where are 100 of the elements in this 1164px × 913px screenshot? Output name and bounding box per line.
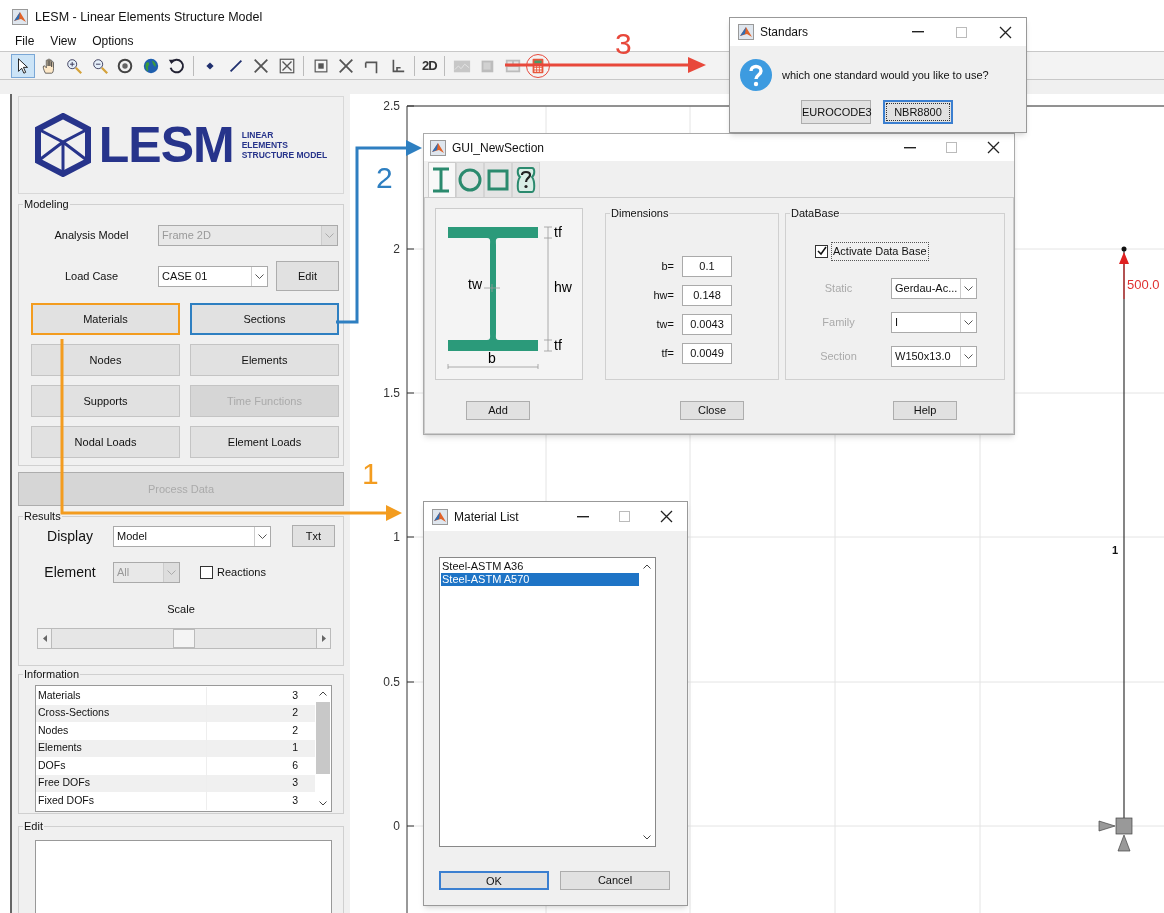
- dialog-button[interactable]: Close: [680, 401, 744, 420]
- field-label: b=: [660, 258, 675, 274]
- load-case-select[interactable]: CASE 01: [158, 265, 268, 287]
- minimize-icon[interactable]: [904, 146, 916, 149]
- list-item[interactable]: Steel-ASTM A36: [441, 560, 639, 573]
- scrollbar-thumb[interactable]: [316, 702, 330, 774]
- scroll-right-icon[interactable]: [321, 634, 326, 642]
- modeling-button[interactable]: Element Loads: [190, 426, 339, 458]
- group-title: Results: [23, 509, 62, 523]
- callout-number: 3: [615, 28, 632, 60]
- material-list[interactable]: Steel-ASTM A36 Steel-ASTM A570: [439, 557, 656, 847]
- activate-checkbox[interactable]: [815, 244, 828, 258]
- table-cell: 6: [206, 757, 315, 775]
- callout-number: 1: [362, 458, 379, 490]
- table-cell-text: Elements: [37, 740, 83, 756]
- field-label: tf=: [660, 345, 675, 361]
- load-arrow: [1119, 252, 1129, 300]
- close-icon[interactable]: [999, 25, 1012, 39]
- minimize-icon[interactable]: [577, 515, 589, 518]
- table-cell: 2: [206, 722, 315, 740]
- dialog-button[interactable]: Add: [466, 401, 530, 420]
- dialog-button[interactable]: EUROCODE3: [801, 100, 871, 124]
- field-label: tw=: [655, 316, 675, 332]
- dialog-button[interactable]: NBR8800: [883, 100, 953, 124]
- app-icon: [738, 24, 754, 40]
- menu-item[interactable]: View: [49, 31, 78, 50]
- 2d-view-button[interactable]: 2D: [419, 54, 440, 77]
- i-beam-icon[interactable]: [428, 162, 456, 197]
- scroll-down-icon[interactable]: [319, 801, 327, 806]
- checkbox-label: Reactions: [217, 564, 266, 580]
- modeling-button[interactable]: Nodal Loads: [31, 426, 180, 458]
- axis-tick-label: 2.5: [383, 99, 400, 113]
- field-label: Display: [46, 526, 94, 546]
- database-select[interactable]: Gerdau-Ac...: [891, 277, 977, 299]
- input-field[interactable]: 0.0043: [682, 313, 732, 335]
- dialog-button[interactable]: OK: [439, 871, 549, 890]
- modeling-button[interactable]: Sections: [190, 303, 339, 335]
- modeling-button[interactable]: Elements: [190, 344, 339, 376]
- dimension-label: hw: [554, 279, 572, 295]
- table-cell-text: Fixed DOFs: [37, 792, 95, 808]
- callout-number: 2: [376, 162, 393, 194]
- slider-thumb[interactable]: [173, 628, 195, 648]
- axis-tick-label: 0.5: [383, 675, 400, 689]
- display-select[interactable]: Model: [113, 525, 271, 547]
- element-label: 1: [1112, 544, 1119, 556]
- reactions-checkbox[interactable]: [200, 565, 213, 579]
- field-label: Section: [819, 348, 858, 364]
- cube-logo-icon: [34, 113, 91, 177]
- group-title: Dimensions: [610, 206, 670, 220]
- support-icon: [1098, 817, 1133, 852]
- edit-button[interactable]: Edit: [276, 261, 339, 291]
- minimize-icon[interactable]: [912, 31, 924, 33]
- menu-item[interactable]: Options: [91, 31, 135, 50]
- pointer-icon[interactable]: [11, 53, 35, 78]
- dialog-title: Material List: [454, 508, 520, 526]
- table-cell: 3: [206, 774, 315, 792]
- window-title: LESM - Linear Elements Structure Model: [35, 8, 263, 26]
- help-icon[interactable]: [512, 162, 540, 197]
- field-label: Analysis Model: [53, 228, 130, 244]
- field-label: Static: [823, 280, 854, 296]
- dialog-button[interactable]: Help: [893, 401, 957, 420]
- txt-button[interactable]: Txt: [292, 525, 335, 547]
- database-select[interactable]: W150x13.0: [891, 345, 977, 367]
- input-field[interactable]: 0.0049: [682, 342, 732, 364]
- menu-item[interactable]: File: [14, 31, 36, 50]
- dimension-label: tf: [554, 224, 562, 240]
- logo-wordmark: LESM: [98, 120, 234, 170]
- list-item[interactable]: Steel-ASTM A570: [441, 573, 639, 586]
- input-field[interactable]: 0.148: [682, 284, 732, 306]
- table-cell: 1: [206, 739, 315, 757]
- table-cell: 2: [206, 704, 315, 722]
- scroll-down-icon[interactable]: [643, 835, 651, 840]
- group-title: Information: [23, 667, 81, 681]
- app-icon: [12, 9, 28, 25]
- checkbox-label: Activate Data Base: [831, 242, 929, 261]
- axis-tick-label: 0: [393, 819, 400, 833]
- database-select[interactable]: I: [891, 311, 977, 333]
- field-label: Family: [821, 314, 856, 330]
- dialog-title: GUI_NewSection: [452, 139, 546, 157]
- scroll-up-icon[interactable]: [643, 564, 651, 569]
- close-icon[interactable]: [660, 510, 673, 523]
- scroll-up-icon[interactable]: [319, 691, 327, 696]
- table-cell-text: Nodes: [37, 722, 70, 738]
- dialog-message: which one standard would you like to use?: [782, 67, 989, 83]
- close-icon[interactable]: [987, 141, 1000, 154]
- modeling-button[interactable]: Nodes: [31, 344, 180, 376]
- dialog-button[interactable]: Cancel: [560, 871, 670, 890]
- scale-slider[interactable]: [37, 627, 331, 649]
- dimension-label: tf: [554, 337, 562, 353]
- logo-tagline: STRUCTURE MODEL: [241, 150, 328, 160]
- input-field[interactable]: 0.1: [682, 255, 732, 277]
- field-label: Element: [43, 562, 97, 582]
- dimension-label: tw: [468, 276, 482, 292]
- table-cell: 3: [206, 687, 315, 705]
- modeling-button[interactable]: Materials: [31, 303, 180, 335]
- axis-tick-label: 1: [393, 530, 400, 544]
- scroll-left-icon[interactable]: [42, 634, 47, 642]
- dimension-label: b: [488, 350, 496, 366]
- modeling-button[interactable]: Supports: [31, 385, 180, 417]
- node-dot: [1121, 246, 1127, 252]
